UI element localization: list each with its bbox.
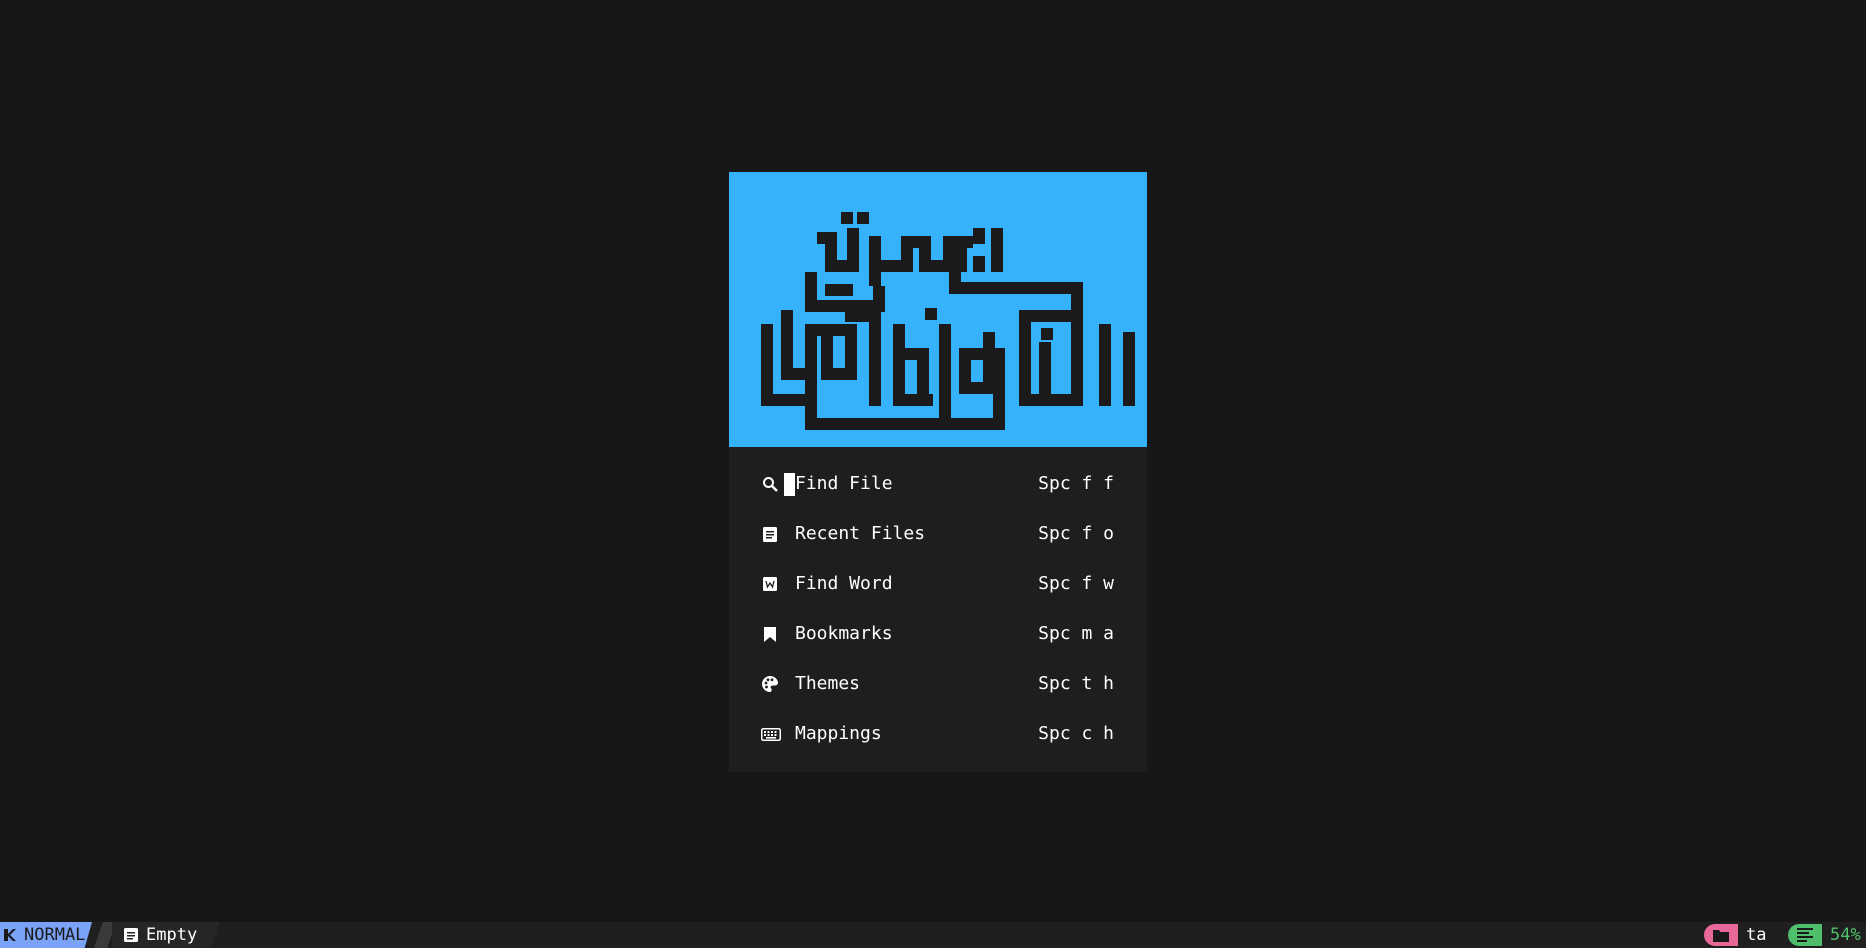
keyboard-icon xyxy=(761,725,781,743)
menu-item-label: Find Word xyxy=(795,573,893,594)
word-icon xyxy=(761,575,779,593)
mode-indicator: NORMAL xyxy=(0,922,92,948)
menu-item-shortcut: Spc t h xyxy=(1038,673,1114,694)
document-icon xyxy=(761,525,779,543)
kufic-calligraphy-logo xyxy=(761,212,1135,430)
menu-item-mappings[interactable]: Mappings Spc c h xyxy=(729,710,1147,760)
menu-item-shortcut: Spc c h xyxy=(1038,723,1114,744)
menu-item-label: Bookmarks xyxy=(795,623,893,644)
menu-item-find-word[interactable]: Find Word Spc f w xyxy=(729,560,1147,610)
menu-item-shortcut: Spc f w xyxy=(1038,573,1114,594)
statusline: NORMAL Empty ta 54% xyxy=(0,922,1866,948)
menu-item-shortcut: Spc f o xyxy=(1038,523,1114,544)
menu-item-label: Mappings xyxy=(795,723,882,744)
menu-item-recent-files[interactable]: Recent Files Spc f o xyxy=(729,510,1147,560)
text-cursor xyxy=(784,473,795,496)
menu-item-find-file[interactable]: Find File Spc f f xyxy=(729,460,1147,510)
menu-item-label: Recent Files xyxy=(795,523,926,544)
file-icon xyxy=(124,928,138,942)
dashboard-header xyxy=(729,172,1147,447)
menu-item-shortcut: Spc m a xyxy=(1038,623,1114,644)
menu-item-themes[interactable]: Themes Spc t h xyxy=(729,660,1147,710)
menu-item-shortcut: Spc f f xyxy=(1038,473,1114,494)
vim-icon xyxy=(4,929,16,941)
dashboard: Find File Spc f f Recent Files Spc f o F… xyxy=(729,172,1147,772)
search-icon xyxy=(761,475,779,493)
file-info: Empty xyxy=(112,922,220,948)
folder-icon xyxy=(1704,924,1738,946)
bookmark-icon xyxy=(761,625,779,643)
editor-window: Find File Spc f f Recent Files Spc f o F… xyxy=(0,0,1866,948)
file-position-percent: 54% xyxy=(1830,925,1861,945)
statusline-right: ta 54% xyxy=(1704,922,1866,948)
menu-item-bookmarks[interactable]: Bookmarks Spc m a xyxy=(729,610,1147,660)
file-name: Empty xyxy=(146,925,198,945)
progress-icon xyxy=(1788,924,1822,946)
mode-label: NORMAL xyxy=(24,925,86,945)
palette-icon xyxy=(761,675,779,693)
cwd-name: ta xyxy=(1746,925,1767,945)
menu-item-label: Find File xyxy=(795,473,893,494)
menu-item-label: Themes xyxy=(795,673,861,694)
